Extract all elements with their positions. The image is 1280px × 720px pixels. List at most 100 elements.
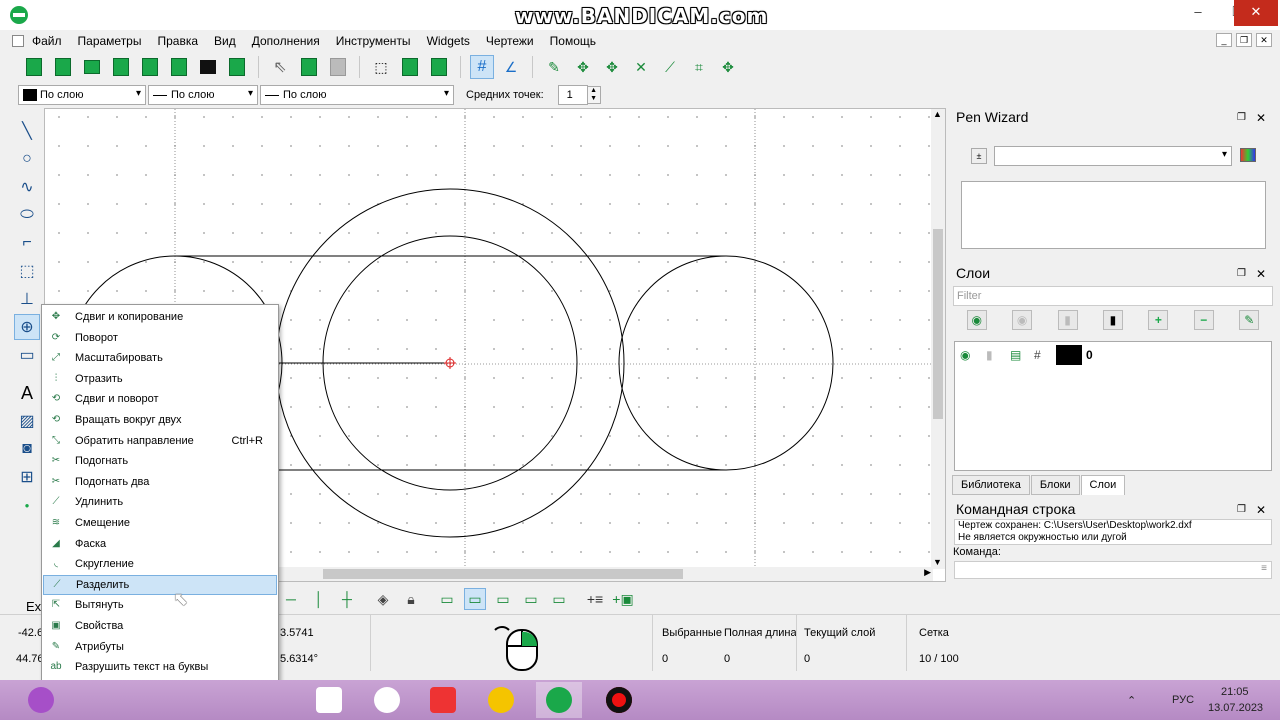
polyline-tool-button[interactable]: ⌐ <box>14 230 40 256</box>
snap-endpoint-button[interactable]: ✥ <box>600 55 624 79</box>
context-menu-item[interactable]: ⇱ Вытянуть <box>43 595 277 615</box>
command-input[interactable]: ≡ <box>954 561 1272 579</box>
clock-date[interactable]: 13.07.2023 <box>1208 702 1263 714</box>
view-2-button[interactable]: ▭ <box>464 588 486 610</box>
select-tool-button[interactable]: ⬚ <box>14 258 40 284</box>
document-icon[interactable] <box>12 35 24 47</box>
print-button[interactable] <box>196 55 220 79</box>
menu-widgets[interactable]: Widgets <box>427 34 470 48</box>
menu-file[interactable]: Файл <box>32 34 62 48</box>
context-menu-item[interactable]: ✂ Подогнать <box>43 451 277 471</box>
context-menu-item[interactable]: ◟ Скругление <box>43 554 277 574</box>
spline-tool-button[interactable]: ∿ <box>14 174 40 200</box>
new-from-template-button[interactable] <box>51 55 75 79</box>
minimize-button[interactable]: – <box>1178 0 1218 26</box>
taskbar-bandicam[interactable] <box>596 682 642 718</box>
redo-button[interactable] <box>326 55 350 79</box>
context-menu-item[interactable]: ✎ Атрибуты <box>43 637 277 657</box>
float-icon[interactable]: ❐ <box>1237 264 1246 284</box>
open-button[interactable] <box>80 55 104 79</box>
lock-all-layers-button[interactable]: ▮ <box>1102 310 1123 330</box>
view-1-button[interactable]: ▭ <box>436 588 458 610</box>
remove-layer-button[interactable]: − <box>1193 310 1214 330</box>
restrict-vertical-button[interactable]: │ <box>308 588 330 610</box>
ellipse-tool-button[interactable]: ⬭ <box>14 202 40 228</box>
vertical-scrollbar[interactable]: ▲ ▼ <box>931 109 945 569</box>
scroll-right-icon[interactable]: ▶ <box>924 567 931 578</box>
layer-construction-icon[interactable]: # <box>1034 348 1052 362</box>
layer-color-swatch[interactable] <box>1056 345 1082 365</box>
close-icon[interactable]: ✕ <box>1256 264 1266 284</box>
linewidth-combo[interactable]: По слою ▾ <box>260 85 454 105</box>
close-icon[interactable]: ✕ <box>1256 500 1266 520</box>
context-menu-item[interactable]: ab Разрушить текст на буквы <box>43 657 277 677</box>
cut-button[interactable]: ⬚ <box>369 55 393 79</box>
block-tool-button[interactable]: ⊞ <box>14 464 40 490</box>
menu-options[interactable]: Параметры <box>78 34 142 48</box>
block-settings-button[interactable]: +▣ <box>612 588 634 610</box>
context-menu-item[interactable]: ⤢ Масштабировать <box>43 348 277 368</box>
context-menu-item[interactable]: ⟋ Удлинить <box>43 492 277 512</box>
snap-grid-button[interactable]: ✥ <box>571 55 595 79</box>
spin-arrows-icon[interactable]: ▲ ▼ <box>586 86 601 104</box>
context-menu-item[interactable]: ⤡ Обратить направление Ctrl+R <box>43 431 277 451</box>
lock-relative-zero-button[interactable]: 🔒︎ <box>400 588 422 610</box>
circle-tool-button[interactable]: ○ <box>14 146 40 172</box>
menu-edit[interactable]: Правка <box>157 34 198 48</box>
view-3-button[interactable]: ▭ <box>492 588 514 610</box>
snap-intersection-button[interactable]: ✕ <box>629 55 653 79</box>
view-5-button[interactable]: ▭ <box>548 588 570 610</box>
snap-distance-button[interactable]: ⌗ <box>687 55 711 79</box>
show-all-layers-button[interactable]: ◉ <box>966 310 987 330</box>
snap-free-button[interactable]: ✎ <box>542 55 566 79</box>
mdi-minimize-button[interactable]: _ <box>1216 33 1232 47</box>
clock-time[interactable]: 21:05 <box>1221 686 1249 698</box>
restrict-horizontal-button[interactable]: ─ <box>280 588 302 610</box>
menu-plugins[interactable]: Дополнения <box>252 34 320 48</box>
save-all-button[interactable] <box>167 55 191 79</box>
relative-zero-button[interactable]: ◈ <box>372 588 394 610</box>
midpoints-spinbox[interactable]: 1 ▲ ▼ <box>557 85 601 105</box>
scroll-down-icon[interactable]: ▼ <box>933 557 942 567</box>
snap-center-button[interactable]: ⟋ <box>658 55 682 79</box>
taskbar-app-yu[interactable] <box>364 682 410 718</box>
layer-print-icon[interactable]: ▤ <box>1010 348 1028 362</box>
vertical-scroll-thumb[interactable] <box>933 229 943 419</box>
layer-visible-icon[interactable]: ◉ <box>960 348 978 362</box>
context-menu-item[interactable]: ⟳ Поворот <box>43 328 277 348</box>
point-tool-button[interactable]: ● <box>14 492 40 518</box>
snap-middle-button[interactable]: ✥ <box>716 55 740 79</box>
taskbar-yandex[interactable] <box>420 682 466 718</box>
float-icon[interactable]: ❐ <box>1237 108 1246 128</box>
line-tool-button[interactable]: ╲ <box>14 118 40 144</box>
close-icon[interactable]: ✕ <box>1256 108 1266 128</box>
context-menu-item[interactable]: ⟲ Сдвиг и поворот <box>43 389 277 409</box>
menu-drawings[interactable]: Чертежи <box>486 34 534 48</box>
tray-arrow-icon[interactable]: ⌃ <box>1127 694 1136 707</box>
mdi-restore-button[interactable]: ❐ <box>1236 33 1252 47</box>
tab-library[interactable]: Библиотека <box>952 475 1030 495</box>
hatch-tool-button[interactable]: ▨ <box>14 408 40 434</box>
undo-button[interactable] <box>297 55 321 79</box>
menu-view[interactable]: Вид <box>214 34 236 48</box>
text-tool-button[interactable]: A <box>14 380 40 406</box>
measure-tool-button[interactable]: ▭ <box>14 342 40 368</box>
menu-icon[interactable]: ≡ <box>1261 563 1267 574</box>
tab-layers[interactable]: Слои <box>1080 475 1126 495</box>
pen-wizard-combo[interactable]: ▾ <box>994 146 1232 166</box>
context-menu-item[interactable]: ✥ Сдвиг и копирование <box>43 307 277 327</box>
save-button[interactable] <box>109 55 133 79</box>
context-menu-item[interactable]: ⫶ Отразить <box>43 369 277 389</box>
ortho-button[interactable]: ∠ <box>499 55 523 79</box>
horizontal-scroll-thumb[interactable] <box>323 569 683 579</box>
taskbar-app-m[interactable] <box>478 682 524 718</box>
pen-wizard-add-button[interactable]: ± <box>971 148 987 164</box>
menu-help[interactable]: Помощь <box>550 34 596 48</box>
context-menu-item[interactable]: ▣ Свойства <box>43 616 277 636</box>
start-button[interactable] <box>18 682 64 718</box>
lang-indicator[interactable]: РУС <box>1172 694 1194 706</box>
taskbar-files[interactable] <box>306 682 352 718</box>
restrict-ortho-button[interactable]: ┼ <box>336 588 358 610</box>
mdi-close-button[interactable]: ✕ <box>1256 33 1272 47</box>
taskbar-librecad[interactable] <box>536 682 582 718</box>
